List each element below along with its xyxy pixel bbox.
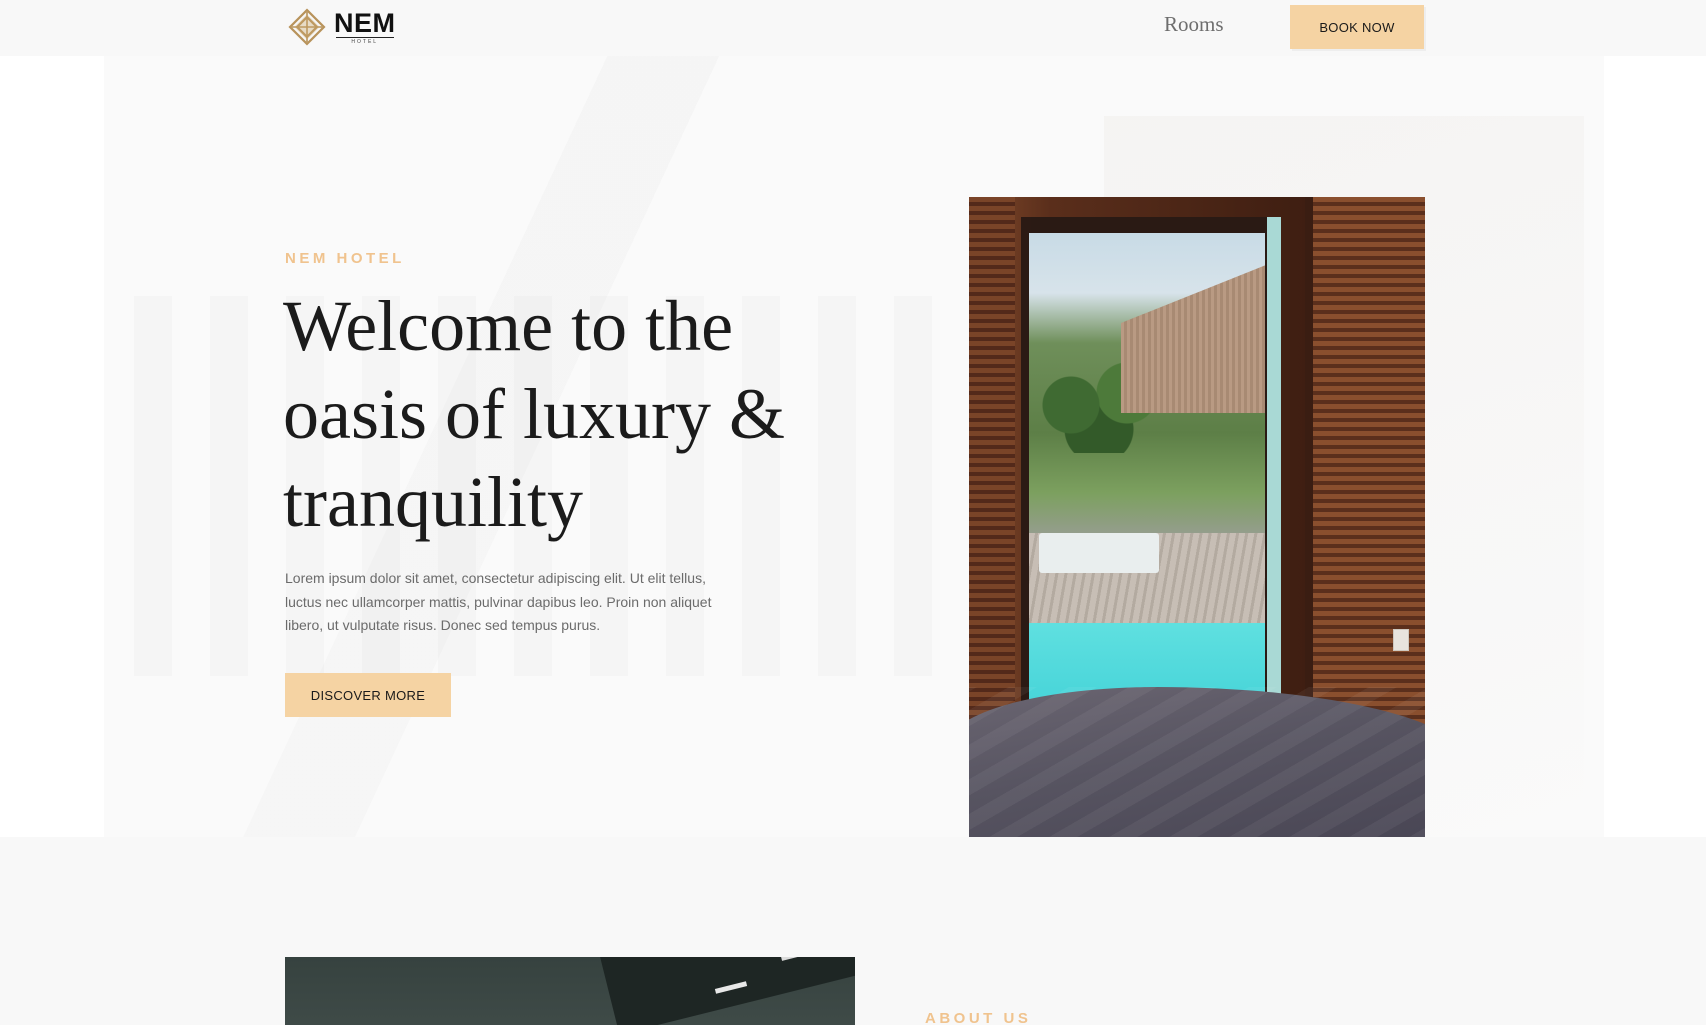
photo-barn [1121, 263, 1265, 413]
discover-more-button[interactable]: DISCOVER MORE [285, 673, 451, 717]
about-eyebrow: ABOUT US [925, 1010, 1032, 1025]
hero-section: NEM HOTEL Welcome to the oasis of luxury… [0, 56, 1706, 837]
hero-description-line: Lorem ipsum dolor sit amet, consectetur … [285, 570, 706, 586]
hero-eyebrow: NEM HOTEL [285, 250, 405, 267]
site-header: NEM HOTEL Rooms BOOK NOW [0, 0, 1706, 56]
about-photo [285, 957, 855, 1025]
hero-title-line: oasis of luxury & [283, 374, 785, 454]
hero-title-line: Welcome to the [283, 286, 734, 366]
about-section: ABOUT US [0, 837, 1706, 1025]
brand-name: NEM [334, 8, 396, 38]
brand-logo[interactable]: NEM HOTEL [286, 6, 396, 48]
hero-description-line: luctus nec ullamcorper mattis, pulvinar … [285, 593, 712, 610]
hero-description-line: libero, ut vulputate risus. Donec sed te… [285, 617, 601, 633]
hero-title-line: tranquility [283, 462, 583, 542]
book-now-button[interactable]: BOOK NOW [1290, 5, 1424, 49]
hero-description: Lorem ipsum dolor sit amet, consectetur … [285, 567, 765, 638]
photo-bed [969, 687, 1425, 837]
hero-room-photo [969, 197, 1425, 837]
photo-shutter-right [1305, 197, 1425, 757]
photo-window-view [1029, 233, 1265, 733]
brand-wordmark: NEM HOTEL [334, 9, 396, 45]
nav-link-rooms[interactable]: Rooms [1164, 12, 1224, 37]
photo-shutter-left [969, 197, 1015, 757]
brand-subtitle: HOTEL [335, 37, 394, 45]
hero-title: Welcome to the oasis of luxury & tranqui… [283, 282, 863, 546]
photo-loungers [1039, 533, 1159, 573]
diamond-knot-logo-icon [288, 8, 326, 46]
photo-light-switch [1393, 629, 1409, 651]
